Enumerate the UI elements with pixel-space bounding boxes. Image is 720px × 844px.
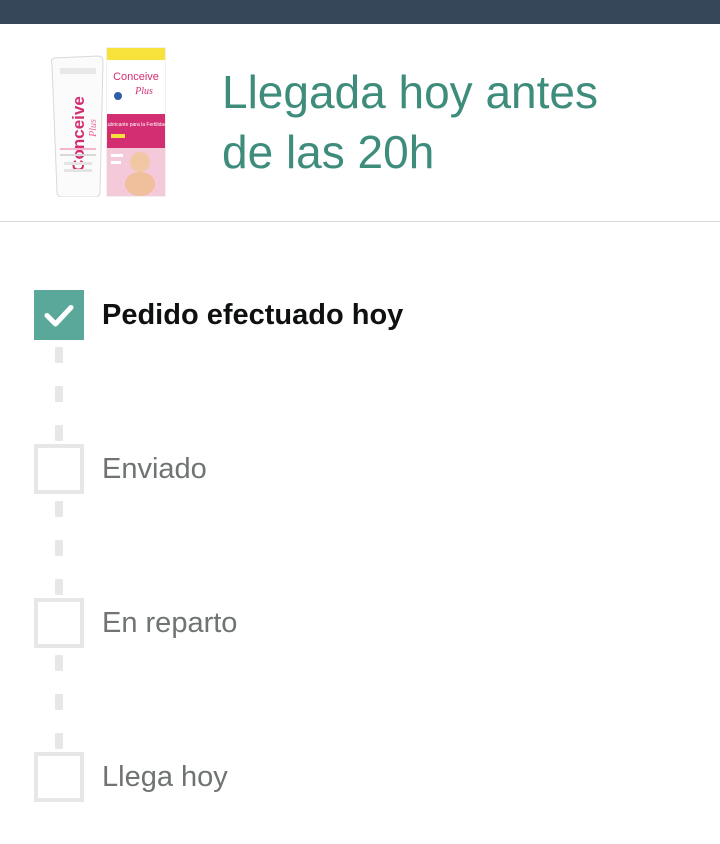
step-out-for-delivery: En reparto	[34, 598, 674, 650]
progress-connector	[55, 694, 63, 710]
tube-brand-text: Conceive	[69, 96, 88, 172]
progress-connector	[55, 579, 63, 595]
progress-connector	[55, 501, 63, 517]
step-label: Enviado	[102, 453, 207, 485]
progress-connector	[55, 540, 63, 556]
step-checkbox-pending	[34, 752, 84, 802]
delivery-header: Conceive Plus Conceive Plus Lubricante p…	[0, 24, 720, 222]
box-brand-plus-text: Plus	[134, 86, 153, 97]
progress-connector	[55, 347, 63, 363]
step-label: En reparto	[102, 607, 238, 639]
box-brand-text: Conceive	[113, 71, 159, 83]
box-subtitle-text: Lubricante para la Fertilidad	[105, 122, 167, 128]
step-label: Pedido efectuado hoy	[102, 299, 404, 331]
step-order-placed: Pedido efectuado hoy	[34, 290, 674, 342]
product-image[interactable]: Conceive Plus Conceive Plus Lubricante p…	[40, 42, 175, 197]
progress-connector	[55, 733, 63, 749]
step-checkbox-pending	[34, 598, 84, 648]
progress-connector	[55, 655, 63, 671]
tube-brand-plus-text: Plus	[88, 119, 99, 138]
checkmark-icon	[44, 305, 74, 327]
step-arrives-today: Llega hoy	[34, 752, 674, 804]
step-checkbox-completed	[34, 290, 84, 340]
arrival-line-2: de las 20h	[222, 126, 435, 178]
shipment-progress-tracker: Pedido efectuado hoy Enviado En reparto …	[0, 222, 720, 844]
step-checkbox-pending	[34, 444, 84, 494]
arrival-line-1: Llegada hoy antes	[222, 66, 598, 118]
progress-connector	[55, 425, 63, 441]
progress-connector	[55, 386, 63, 402]
step-label: Llega hoy	[102, 761, 228, 793]
status-bar	[0, 0, 720, 24]
arrival-message: Llegada hoy antes de las 20h	[222, 62, 692, 182]
step-shipped: Enviado	[34, 444, 674, 496]
